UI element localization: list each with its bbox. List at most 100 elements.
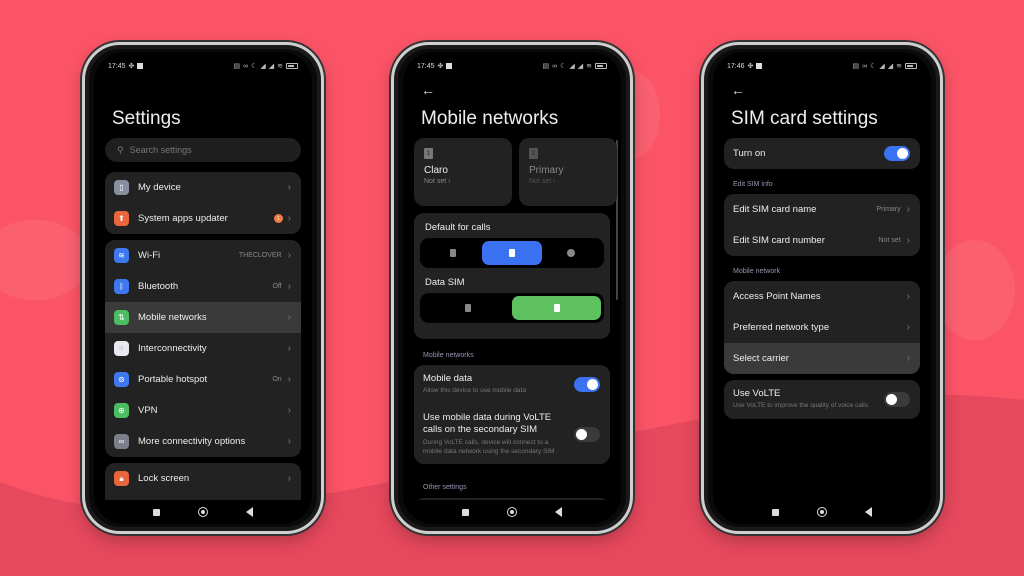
mobile-data-desc: Allow this device to use mobile data: [423, 387, 526, 395]
select-carrier-row[interactable]: Select carrier ›: [724, 343, 920, 374]
volte-card: Use VoLTE Use VoLTE to improve the quali…: [724, 380, 920, 420]
settings-item-wifi[interactable]: ≋ Wi-Fi THECLOVER ›: [105, 240, 301, 271]
chevron-right-icon: ›: [287, 213, 291, 224]
recents-button[interactable]: [153, 508, 160, 516]
mobile-data-card: Mobile data Allow this device to use mob…: [414, 365, 610, 465]
item-label: Edit SIM card name: [733, 204, 817, 215]
status-time: 17:45: [108, 62, 126, 70]
item-value: Not set: [878, 237, 901, 244]
chevron-right-icon: ›: [287, 405, 291, 416]
volte-row[interactable]: Use VoLTE Use VoLTE to improve the quali…: [724, 380, 920, 419]
turn-on-toggle[interactable]: [884, 146, 910, 161]
volte-data-title: Use mobile data during VoLTE calls on th…: [423, 412, 552, 436]
volte-data-row[interactable]: Use mobile data during VoLTE calls on th…: [414, 404, 610, 464]
item-label: Interconnectivity: [138, 343, 207, 354]
volte-toggle[interactable]: [884, 392, 910, 408]
wifi-icon: ≋: [586, 63, 592, 70]
signal-icon: ◢: [577, 63, 584, 70]
settings-item-lock-screen[interactable]: 🔒︎ Lock screen ›: [105, 463, 301, 494]
chevron-right-icon: ›: [287, 312, 291, 323]
calls-sim-2-option[interactable]: [482, 241, 542, 265]
battery-icon: [905, 63, 917, 69]
chevron-right-icon: ›: [287, 281, 291, 292]
hotspot-icon: ⊚: [114, 372, 129, 387]
data-sim-label: Data SIM: [425, 277, 465, 288]
mobile-data-toggle[interactable]: [574, 377, 600, 393]
item-label: Portable hotspot: [138, 374, 208, 385]
chevron-right-icon: ›: [287, 343, 291, 354]
sim-card-1[interactable]: 1 Claro Not set ›: [414, 138, 512, 206]
sim-number: Not set ›: [529, 178, 556, 185]
settings-item-more-connectivity[interactable]: ∞ More connectivity options ›: [105, 426, 301, 457]
item-label: Mobile networks: [138, 312, 207, 323]
volte-desc: Use VoLTE to improve the quality of voic…: [733, 402, 868, 410]
data-sim-2-option[interactable]: [512, 296, 601, 320]
home-button[interactable]: [817, 507, 827, 517]
sim-2-icon: [508, 249, 515, 257]
bluetooth-icon: ᛒ: [114, 279, 129, 294]
settings-item-vpn[interactable]: ⊕ VPN ›: [105, 395, 301, 426]
default-calls-label: Default for calls: [425, 222, 491, 233]
ask-icon: [567, 249, 576, 257]
sim-card-2[interactable]: 2 Primary Not set ›: [519, 138, 617, 206]
back-arrow-icon[interactable]: ←: [731, 82, 745, 98]
settings-item-mobile-networks[interactable]: ⇅ Mobile networks ›: [105, 302, 301, 333]
chevron-right-icon: ›: [906, 204, 910, 215]
back-button[interactable]: [555, 507, 562, 517]
nfc-icon: ▤: [233, 63, 241, 70]
battery-icon: [286, 63, 298, 69]
edit-sim-name-row[interactable]: Edit SIM card name Primary ›: [724, 194, 920, 225]
volte-data-toggle[interactable]: [574, 426, 600, 442]
back-button[interactable]: [865, 507, 872, 517]
signal-icon: ◢: [879, 63, 885, 70]
recents-button[interactable]: [462, 508, 469, 516]
settings-item-system-apps-updater[interactable]: ⬆ System apps updater 1 ›: [105, 203, 301, 234]
chevron-right-icon: ›: [287, 250, 291, 261]
data-sim-1-option[interactable]: [423, 296, 512, 320]
search-icon: ⚲: [117, 144, 124, 155]
navigation-bar: [403, 500, 621, 524]
link-icon: ∞: [552, 62, 558, 70]
chevron-right-icon: ›: [287, 473, 291, 484]
calls-sim-1-option[interactable]: [423, 241, 482, 265]
back-button[interactable]: [246, 507, 253, 517]
access-point-names-row[interactable]: Access Point Names ›: [724, 281, 920, 312]
item-value: THECLOVER: [238, 252, 282, 259]
home-button[interactable]: [198, 507, 208, 517]
settings-item-my-device[interactable]: ▯ My device ›: [105, 172, 301, 203]
mobile-data-row[interactable]: Mobile data Allow this device to use mob…: [414, 365, 610, 404]
fan-icon: ✤: [437, 63, 444, 70]
notification-square-icon: [446, 63, 453, 69]
chevron-right-icon: ›: [287, 374, 291, 385]
update-badge: 1: [273, 214, 283, 223]
chevron-right-icon: ›: [906, 291, 910, 302]
search-placeholder: Search settings: [129, 145, 192, 155]
sim-1-icon: [464, 304, 471, 312]
item-value: On: [272, 376, 282, 383]
back-arrow-icon[interactable]: ←: [421, 82, 435, 98]
recents-button[interactable]: [772, 508, 779, 516]
wifi-icon: ≋: [896, 63, 902, 70]
search-input[interactable]: ⚲ Search settings: [105, 138, 301, 162]
edit-sim-number-row[interactable]: Edit SIM card number Not set ›: [724, 225, 920, 256]
item-label: Select carrier: [733, 353, 789, 364]
item-value: Primary: [876, 206, 901, 213]
home-button[interactable]: [507, 507, 517, 517]
section-header-mobile-network: Mobile network: [733, 268, 781, 275]
preferred-network-type-row[interactable]: Preferred network type ›: [724, 312, 920, 343]
signal-icon: ◢: [260, 63, 266, 70]
mobile-network-card: Access Point Names › Preferred network t…: [724, 281, 920, 374]
calls-ask-option[interactable]: [542, 241, 601, 265]
phone-sim-card-settings: 17:46 ✤ ▤ ∞ ☾ ◢ ◢ ≋ ← SIM card settings Turn o…: [701, 42, 943, 534]
settings-item-interconnectivity[interactable]: ⁘ Interconnectivity ›: [105, 333, 301, 364]
sim-1-icon: [449, 249, 456, 257]
item-label: VPN: [138, 405, 158, 416]
settings-item-portable-hotspot[interactable]: ⊚ Portable hotspot On ›: [105, 364, 301, 395]
settings-group: ≋ Wi-Fi THECLOVER › ᛒ Bluetooth Off › ⇅ …: [105, 240, 301, 457]
edit-sim-card: Edit SIM card name Primary › Edit SIM ca…: [724, 194, 920, 256]
screen: 17:45 ✤ ▤ ∞ ☾ ◢ ◢ ≋ Settings ⚲ Search settings…: [94, 52, 312, 524]
data-sim-selector: [420, 293, 604, 323]
chevron-right-icon: ›: [287, 182, 291, 193]
turn-on-row[interactable]: Turn on: [724, 138, 920, 169]
settings-item-bluetooth[interactable]: ᛒ Bluetooth Off ›: [105, 271, 301, 302]
